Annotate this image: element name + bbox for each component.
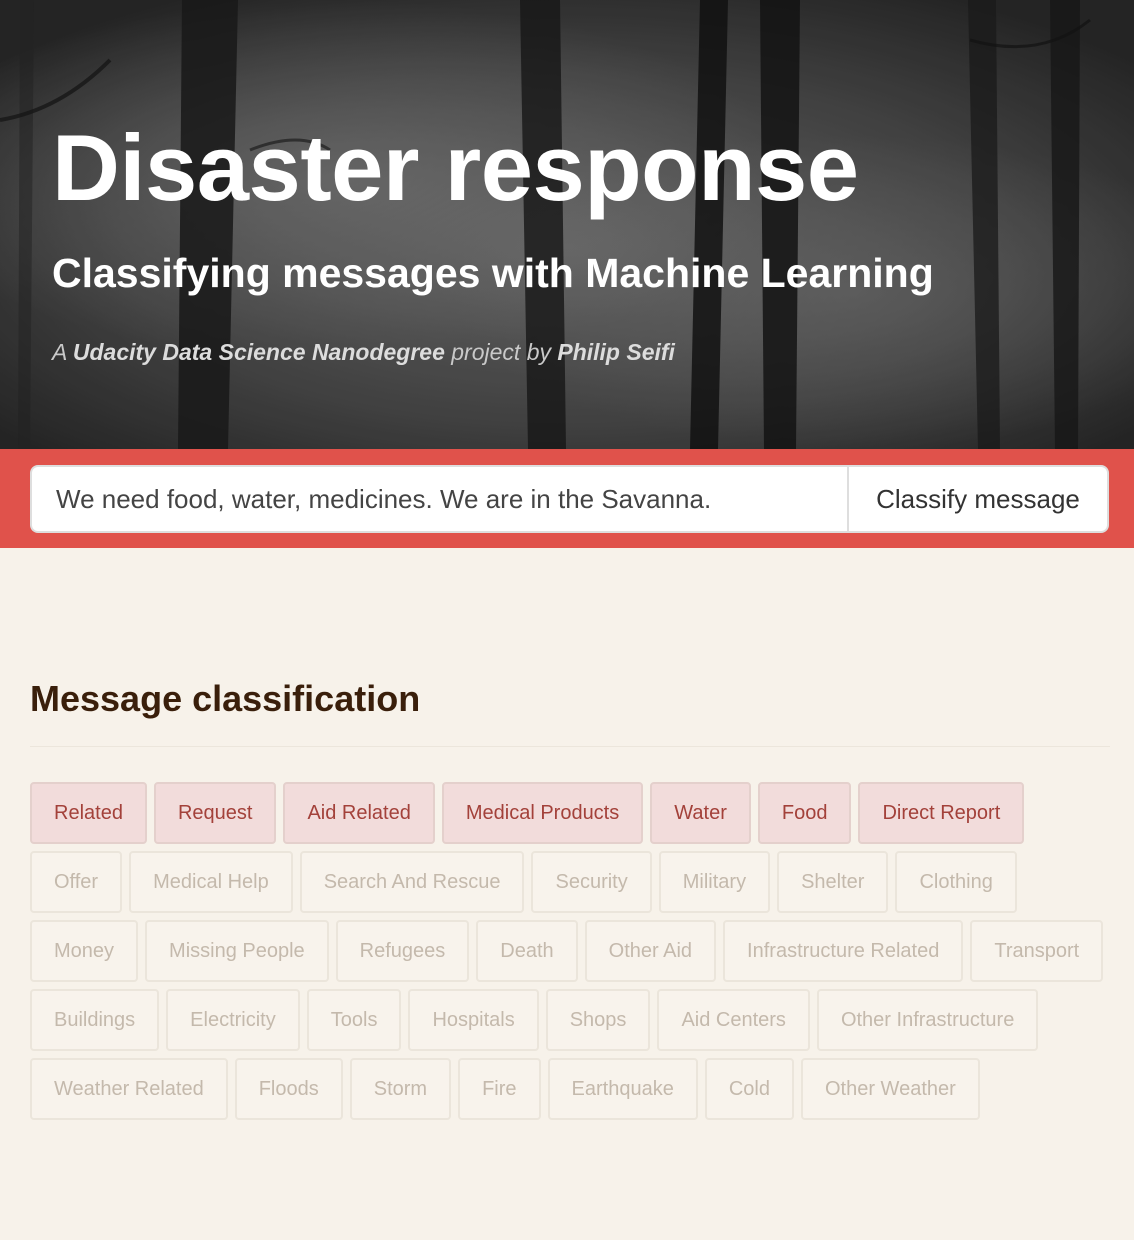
category-tag-inactive: Missing People [145, 920, 329, 982]
page-subtitle: Classifying messages with Machine Learni… [52, 250, 934, 296]
credit-author: Philip Seifi [557, 339, 675, 365]
category-tag-active: Medical Products [441, 782, 644, 844]
category-tag-inactive: Other Weather [800, 1058, 980, 1120]
category-tag-inactive: Clothing [895, 851, 1017, 913]
category-tag-inactive: Storm [349, 1058, 452, 1120]
message-form: Classify message [0, 449, 1134, 548]
category-tag-inactive: Offer [30, 851, 123, 913]
category-tag-active: Food [757, 782, 852, 844]
classification-section-title: Message classification [30, 678, 421, 719]
hero-banner: Disaster response Classifying messages w… [0, 0, 1134, 449]
category-tag-inactive: Military [658, 851, 771, 913]
credit-prefix: A [52, 339, 73, 365]
category-tag-inactive: Shops [545, 989, 651, 1051]
category-tag-inactive: Refugees [335, 920, 470, 982]
category-tag-active: Direct Report [858, 782, 1025, 844]
category-tag-inactive: Search And Rescue [299, 851, 525, 913]
page-title: Disaster response [52, 115, 859, 220]
category-tag-inactive: Transport [970, 920, 1104, 982]
category-tag-inactive: Fire [458, 1058, 541, 1120]
category-tag-inactive: Weather Related [30, 1058, 228, 1120]
category-tag-inactive: Floods [234, 1058, 343, 1120]
category-tag-inactive: Money [30, 920, 139, 982]
project-credit: A Udacity Data Science Nanodegree projec… [52, 338, 675, 366]
section-divider [30, 746, 1110, 747]
message-input[interactable] [30, 465, 848, 533]
category-tag-inactive: Aid Centers [657, 989, 810, 1051]
credit-middle: project by [444, 339, 558, 365]
category-tag-inactive: Medical Help [129, 851, 293, 913]
category-tag-inactive: Electricity [166, 989, 300, 1051]
category-tag-inactive: Earthquake [547, 1058, 698, 1120]
category-tag-inactive: Security [531, 851, 652, 913]
category-tag-active: Request [153, 782, 277, 844]
category-tag-list: Related Request Aid Related Medical Product… [30, 782, 1110, 1120]
category-tag-inactive: Cold [704, 1058, 794, 1120]
category-tag-inactive: Other Infrastructure [816, 989, 1039, 1051]
category-tag-inactive: Hospitals [408, 989, 539, 1051]
category-tag-inactive: Buildings [30, 989, 160, 1051]
category-tag-inactive: Other Aid [584, 920, 717, 982]
category-tag-inactive: Infrastructure Related [723, 920, 964, 982]
category-tag-active: Water [650, 782, 751, 844]
classify-message-button[interactable]: Classify message [847, 465, 1109, 533]
category-tag-inactive: Death [476, 920, 578, 982]
category-tag-active: Related [30, 782, 147, 844]
credit-program: Udacity Data Science Nanodegree [72, 339, 445, 365]
category-tag-inactive: Shelter [777, 851, 889, 913]
forest-smoke-background-image [0, 0, 1134, 449]
category-tag-active: Aid Related [283, 782, 435, 844]
category-tag-inactive: Tools [306, 989, 402, 1051]
